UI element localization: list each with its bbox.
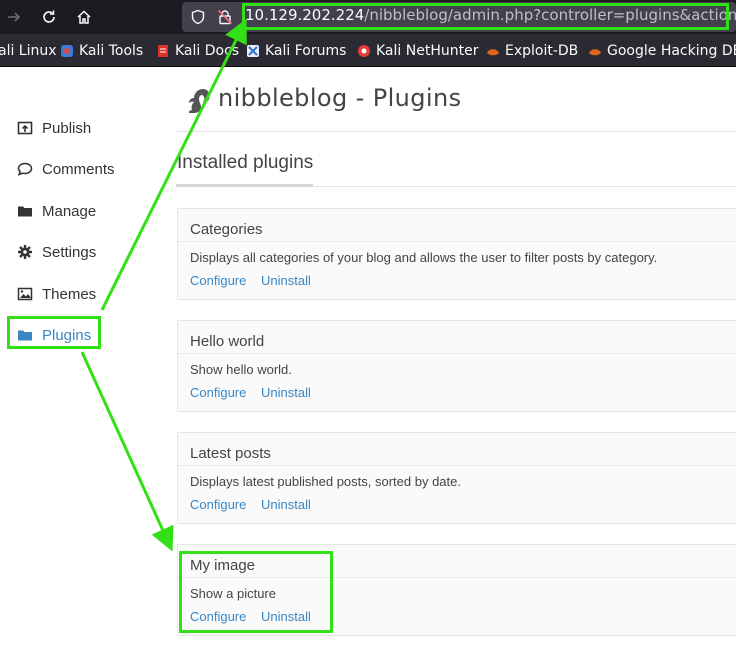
plugin-divider [178,353,736,354]
nibbleblog-logo-icon [189,89,210,113]
plugin-card-hello-world: Hello world Show hello world. Configure … [177,320,736,412]
sidebar-item-themes[interactable]: Themes [16,282,96,306]
folder-icon [16,202,34,220]
plugin-name: My image [190,557,256,574]
bookmark-kali-docs[interactable]: Kali Docs [156,34,239,67]
insecure-lock-icon[interactable] [217,9,233,25]
sidebar-item-label: Manage [42,202,97,220]
title-divider [176,131,736,132]
kali-forums-icon [246,44,260,58]
plugin-divider [178,465,736,466]
sidebar-item-label: Plugins [42,326,92,344]
bookmark-kali-tools[interactable]: Kali Tools [60,34,143,67]
bookmark-label: Kali Forums [265,42,347,59]
plugin-divider [178,241,736,242]
ghdb-icon [588,44,602,58]
bookmarks-toolbar: ali Linux Kali Tools Kali Docs Kali Foru… [0,34,736,67]
plugin-card-my-image: My image Show a picture Configure Uninst… [177,544,736,636]
kali-tools-icon [60,44,74,58]
section-title: Installed plugins [177,152,314,173]
reload-button[interactable] [37,5,61,29]
arrow-to-my-image [80,351,174,552]
bookmark-label: Google Hacking DB [607,42,736,59]
bookmark-label: Kali NetHunter [376,42,479,59]
bookmark-label: ali Linux [0,42,57,59]
plugin-description: Show a picture [190,586,276,601]
sidebar-item-manage[interactable]: Manage [16,199,96,223]
configure-link[interactable]: Configure [190,273,246,288]
plugin-name: Hello world [190,333,265,350]
bookmark-exploit-db[interactable]: Exploit-DB [486,34,578,67]
uninstall-link[interactable]: Uninstall [261,273,311,288]
forward-button[interactable] [2,5,26,29]
uninstall-link[interactable]: Uninstall [261,609,311,624]
sidebar-item-label: Settings [42,243,97,261]
image-icon [16,285,34,303]
publish-icon [16,119,34,137]
page-title: nibbleblog - Plugins [218,84,462,112]
plugin-description: Show hello world. [190,362,292,377]
plugin-card-categories: Categories Displays all categories of yo… [177,208,736,300]
comment-icon [16,160,34,178]
plugin-name: Categories [190,221,263,238]
shield-icon[interactable] [190,9,206,25]
exploit-db-icon [486,44,500,58]
home-icon [77,10,91,24]
reload-icon [43,10,55,23]
folder-icon [16,326,34,344]
uninstall-link[interactable]: Uninstall [261,497,311,512]
url-text[interactable]: 10.129.202.224/nibbleblog/admin.php?cont… [245,6,736,24]
bookmark-kali-nethunter[interactable]: Kali NetHunter [357,34,478,67]
kali-docs-icon [156,44,170,58]
bookmark-kali-linux[interactable]: ali Linux [0,34,57,67]
sidebar-item-plugins[interactable]: Plugins [16,323,91,347]
uninstall-link[interactable]: Uninstall [261,385,311,400]
bookmark-label: Kali Tools [79,42,144,59]
configure-link[interactable]: Configure [190,497,246,512]
sidebar-item-label: Themes [42,285,97,303]
plugin-description: Displays all categories of your blog and… [190,250,658,265]
sidebar-item-label: Publish [42,119,92,137]
gear-icon [16,243,34,261]
sidebar-item-publish[interactable]: Publish [16,116,91,140]
sidebar-item-label: Comments [42,160,115,178]
bookmark-google-hacking-db[interactable]: Google Hacking DB [588,34,736,67]
url-host: 10.129.202.224 [245,6,365,24]
sidebar-item-comments[interactable]: Comments [16,157,115,181]
nethunter-icon [357,44,371,58]
plugin-description: Displays latest published posts, sorted … [190,474,461,489]
browser-toolbar: 10.129.202.224/nibbleblog/admin.php?cont… [0,0,736,34]
section-tab-underline [176,184,313,187]
configure-link[interactable]: Configure [190,385,246,400]
bookmark-kali-forums[interactable]: Kali Forums [246,34,346,67]
forward-arrow-icon [8,12,21,22]
plugin-card-latest-posts: Latest posts Displays latest published p… [177,432,736,524]
bookmark-label: Kali Docs [175,42,240,59]
plugin-divider [178,577,736,578]
plugin-name: Latest posts [190,445,271,462]
home-button[interactable] [72,5,96,29]
bookmark-label: Exploit-DB [505,42,579,59]
configure-link[interactable]: Configure [190,609,246,624]
url-path: /nibbleblog/admin.php?controller=plugins… [364,6,736,24]
sidebar-item-settings[interactable]: Settings [16,240,96,264]
